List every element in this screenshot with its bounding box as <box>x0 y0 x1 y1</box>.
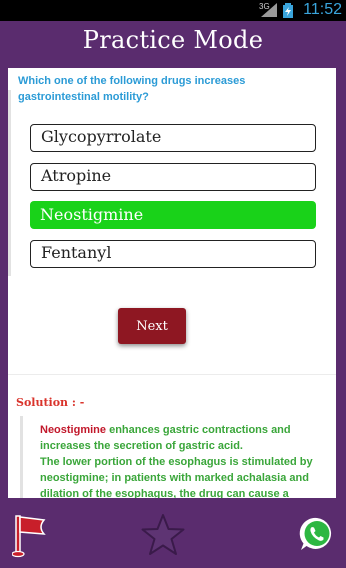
option-4[interactable]: Fentanyl <box>30 240 316 268</box>
header: Practice Mode <box>0 21 346 61</box>
question-side-bar <box>8 90 11 276</box>
question-text: Which one of the following drugs increas… <box>18 75 246 103</box>
option-2[interactable]: Atropine <box>30 163 316 191</box>
next-button[interactable]: Next <box>118 308 186 344</box>
solution-line-2: The lower portion of the esophagus is st… <box>40 456 313 498</box>
flag-icon[interactable] <box>12 512 48 558</box>
question-card: Which one of the following drugs increas… <box>8 68 336 498</box>
signal-icon <box>261 3 277 17</box>
star-icon[interactable] <box>140 513 186 557</box>
solution-side-bar <box>20 416 23 498</box>
solution-text: Neostigmine enhances gastric contraction… <box>40 422 324 498</box>
whatsapp-icon[interactable] <box>298 515 336 553</box>
solution-title: Solution : - <box>16 396 85 409</box>
option-3-selected[interactable]: Neostigmine <box>30 201 316 229</box>
option-1[interactable]: Glycopyrrolate <box>30 124 316 152</box>
divider <box>8 374 336 375</box>
battery-icon <box>283 3 293 18</box>
solution-drug-name: Neostigmine <box>40 424 107 436</box>
page-title: Practice Mode <box>82 26 264 54</box>
status-bar: 3G 11:52 <box>0 0 346 21</box>
clock: 11:52 <box>303 1 342 18</box>
